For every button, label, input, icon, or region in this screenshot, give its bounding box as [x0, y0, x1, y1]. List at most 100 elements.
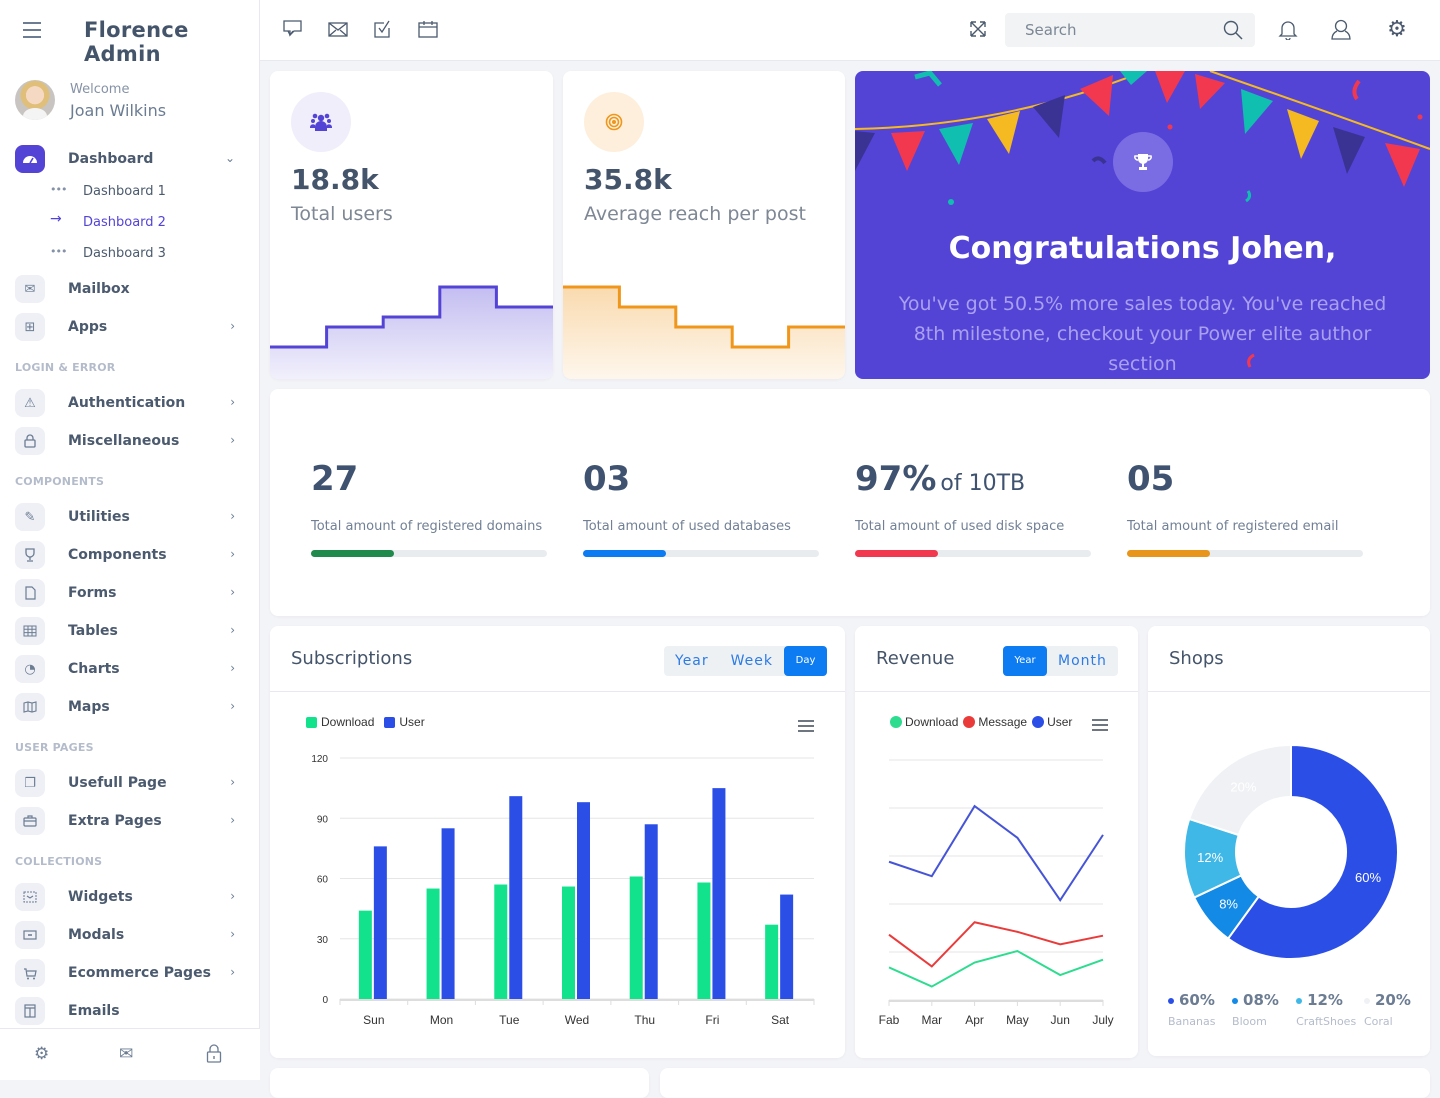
sidebar-item-label: Miscellaneous: [68, 433, 180, 449]
settings-icon[interactable]: ⚙: [34, 1044, 49, 1064]
legend-item-user[interactable]: User: [384, 715, 425, 729]
settings-icon[interactable]: ⚙: [1386, 17, 1408, 42]
bar-download: [765, 924, 779, 999]
sidebar-item-label: Forms: [68, 585, 117, 601]
fullscreen-icon[interactable]: [967, 18, 989, 40]
divider: [1148, 691, 1430, 692]
metric-value: 05: [1127, 459, 1175, 499]
sidebar-item-authentication[interactable]: ⚠ Authentication ›: [15, 389, 245, 419]
sidebar-item-charts[interactable]: ◔ Charts ›: [15, 655, 245, 685]
sidebar-item-usefull-page[interactable]: ❐ Usefull Page ›: [15, 769, 245, 799]
bar-download: [494, 884, 508, 999]
bar-user: [712, 788, 726, 999]
chevron-right-icon: ›: [230, 661, 235, 675]
arrow-right-icon: →: [50, 211, 62, 227]
divider: [855, 691, 1138, 692]
toggle-month[interactable]: Month: [1047, 646, 1118, 676]
chevron-right-icon: ›: [230, 547, 235, 561]
sidebar-item-apps[interactable]: ⊞ Apps ›: [15, 313, 245, 343]
sidebar-item-miscellaneous[interactable]: Miscellaneous ›: [15, 427, 245, 457]
bar-download: [358, 910, 372, 999]
metric-registered-domains: 27 Total amount of registered domains: [311, 459, 547, 557]
bottom-card-left: [270, 1068, 649, 1098]
shops-legend: 60% Bananas 08% Bloom 12% CraftShoes 20% Cor…: [1168, 991, 1428, 1028]
toggle-week[interactable]: Week: [720, 646, 784, 676]
sidebar-item-extra-pages[interactable]: Extra Pages ›: [15, 807, 245, 837]
trophy-icon: [15, 541, 45, 569]
metric-used-databases: 03 Total amount of used databases: [583, 459, 819, 557]
sidebar-item-mailbox[interactable]: ✉ Mailbox: [15, 275, 245, 305]
sidebar-subitem-dashboard-3[interactable]: ••• Dashboard 3: [50, 244, 230, 266]
sidebar-subitem-dashboard-2[interactable]: → Dashboard 2: [50, 211, 230, 235]
mail-icon[interactable]: [327, 18, 349, 40]
avatar[interactable]: [15, 80, 55, 120]
x-tick-label: Tue: [499, 1013, 520, 1027]
bar-user: [373, 846, 387, 999]
y-tick-label: 120: [311, 754, 328, 765]
x-tick-label: Wed: [565, 1013, 589, 1027]
chevron-right-icon: ›: [230, 319, 235, 333]
mail-icon[interactable]: ✉: [119, 1044, 133, 1064]
toggle-year[interactable]: Year: [664, 646, 720, 676]
email-template-icon: [15, 997, 45, 1025]
sidebar-item-ecommerce-pages[interactable]: Ecommerce Pages ›: [15, 959, 245, 989]
chart-menu-icon[interactable]: [1092, 719, 1108, 731]
metric-value: 97% of 10TB: [855, 459, 1026, 499]
checkbox-icon[interactable]: [372, 18, 394, 40]
sidebar-item-label: Ecommerce Pages: [68, 965, 211, 981]
donut-slice-label: 20%: [1230, 779, 1256, 794]
sidebar-item-components[interactable]: Components ›: [15, 541, 245, 571]
shops-card: Shops 60% 8% 12% 20% 60% Bananas 08% Bloom 12…: [1148, 626, 1430, 1056]
stat-value: 18.8k: [291, 163, 379, 196]
sidebar-subitem-dashboard-1[interactable]: ••• Dashboard 1: [50, 182, 230, 204]
chevron-right-icon: ›: [230, 433, 235, 447]
sidebar-item-modals[interactable]: Modals ›: [15, 921, 245, 951]
metric-label: Total amount of used disk space: [855, 519, 1065, 534]
legend-item-user[interactable]: User: [1032, 715, 1072, 729]
trend-sparkline: [563, 285, 845, 379]
sidebar-item-tables[interactable]: Tables ›: [15, 617, 245, 647]
sidebar-item-maps[interactable]: Maps ›: [15, 693, 245, 723]
sidebar-item-label: Authentication: [68, 395, 186, 411]
x-tick-label: Fri: [705, 1013, 719, 1027]
calendar-icon[interactable]: [417, 18, 439, 40]
legend-item-download[interactable]: Download: [890, 715, 958, 729]
legend-item-message[interactable]: Message: [963, 715, 1027, 729]
progress-bar: [311, 550, 547, 557]
shops-donut-chart: 60% 8% 12% 20%: [1183, 743, 1399, 960]
card-title: Revenue: [876, 648, 955, 669]
chart-menu-icon[interactable]: [798, 720, 814, 732]
user-name: Joan Wilkins: [70, 101, 167, 120]
chat-icon[interactable]: [282, 18, 304, 40]
donut-slice-label: 60%: [1355, 870, 1381, 885]
chevron-right-icon: ›: [230, 623, 235, 637]
card-title: Shops: [1169, 648, 1224, 669]
sidebar-item-utilities[interactable]: ✎ Utilities ›: [15, 503, 245, 533]
section-label-collections: COLLECTIONS: [15, 855, 103, 868]
lock-icon[interactable]: [206, 1044, 222, 1068]
sidebar-item-widgets[interactable]: Widgets ›: [15, 883, 245, 913]
legend-item-download[interactable]: Download: [306, 715, 374, 729]
line-download: [888, 949, 1104, 988]
toggle-year[interactable]: Year: [1003, 646, 1047, 676]
briefcase-icon: [15, 807, 45, 835]
user-icon[interactable]: [1330, 18, 1352, 40]
mail-icon: ✉: [15, 275, 45, 303]
menu-toggle-icon[interactable]: [23, 22, 41, 38]
bell-icon[interactable]: [1277, 18, 1299, 40]
sidebar-item-forms[interactable]: Forms ›: [15, 579, 245, 609]
metric-label: Total amount of registered email: [1127, 519, 1339, 534]
toggle-day[interactable]: Day: [784, 646, 827, 676]
search-input[interactable]: [1005, 13, 1215, 47]
dots-icon: •••: [50, 245, 67, 258]
sidebar-item-emails[interactable]: Emails: [15, 997, 245, 1027]
period-toggle: Year Week Day: [664, 646, 827, 676]
search-icon[interactable]: [1223, 20, 1243, 44]
chevron-down-icon: ⌄: [224, 151, 235, 165]
sidebar-item-dashboard[interactable]: Dashboard ⌄: [15, 145, 245, 175]
y-tick-label: 30: [317, 935, 329, 946]
dots-icon: •••: [50, 183, 67, 196]
x-tick-label: Sat: [771, 1013, 790, 1027]
sidebar-item-label: Components: [68, 547, 167, 563]
bar-user: [509, 796, 523, 999]
